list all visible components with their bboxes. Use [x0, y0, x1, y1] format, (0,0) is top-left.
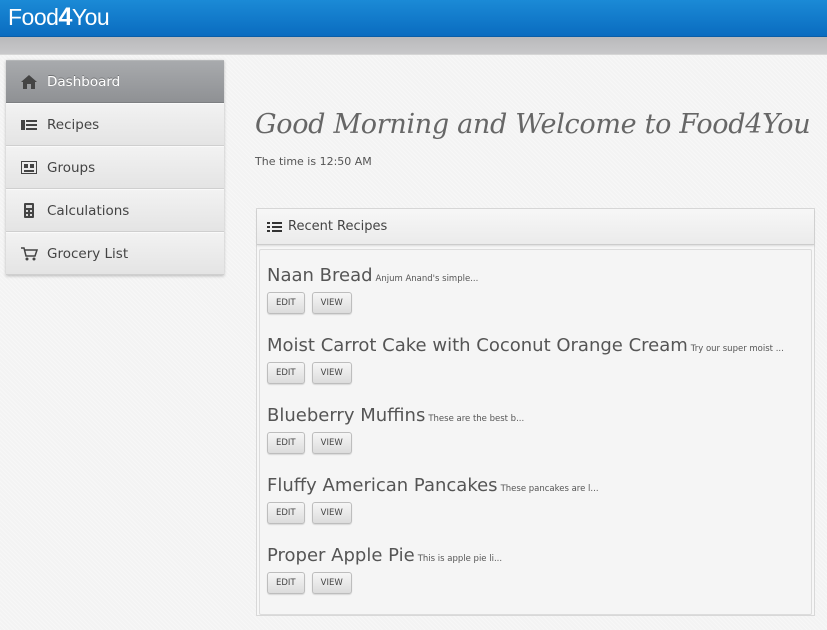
list-icon — [267, 217, 282, 236]
edit-button[interactable]: EDIT — [267, 432, 305, 454]
view-button[interactable]: VIEW — [311, 362, 352, 384]
recipe-title[interactable]: Moist Carrot Cake with Coconut Orange Cr… — [267, 335, 688, 356]
sidebar-item-calculations[interactable]: Calculations — [6, 189, 224, 232]
cart-icon — [20, 245, 38, 263]
edit-button[interactable]: EDIT — [267, 292, 305, 314]
recipe-description: These are the best b... — [428, 414, 525, 424]
list-item: Moist Carrot Cake with Coconut Orange Cr… — [267, 333, 811, 403]
recipe-description: These pancakes are l... — [500, 484, 599, 494]
list-item: Proper Apple Pie This is apple pie li... … — [267, 543, 811, 613]
app-logo[interactable]: Food4You — [8, 3, 110, 32]
recipe-description: This is apple pie li... — [417, 554, 503, 564]
sidebar-item-groups[interactable]: Groups — [6, 146, 224, 189]
sidebar-item-label: Groups — [47, 159, 96, 176]
sidebar-item-dashboard[interactable]: Dashboard — [6, 60, 224, 103]
panel-title: Recent Recipes — [288, 219, 388, 234]
recent-recipes-panel: Recent Recipes Naan Bread Anjum Anand's s… — [256, 208, 815, 616]
recipe-title[interactable]: Naan Bread — [267, 265, 373, 286]
greeting-heading: Good Morning and Welcome to Food4You — [255, 109, 811, 140]
view-button[interactable]: VIEW — [311, 432, 352, 454]
list-item: Fluffy American Pancakes These pancakes a… — [267, 473, 811, 543]
sidebar-item-recipes[interactable]: Recipes — [6, 103, 224, 146]
view-button[interactable]: VIEW — [311, 572, 352, 594]
edit-button[interactable]: EDIT — [267, 572, 305, 594]
recipe-title[interactable]: Blueberry Muffins — [267, 405, 425, 426]
sidebar: Dashboard Recipes Groups Calculations Gr… — [6, 60, 224, 275]
list-item: Naan Bread Anjum Anand's simple... EDIT VI… — [267, 263, 811, 333]
recipe-description: Anjum Anand's simple... — [375, 274, 479, 284]
view-button[interactable]: VIEW — [311, 292, 352, 314]
sidebar-item-grocery-list[interactable]: Grocery List — [6, 232, 224, 275]
sidebar-item-label: Dashboard — [47, 73, 121, 90]
view-button[interactable]: VIEW — [311, 502, 352, 524]
home-icon — [20, 73, 38, 91]
list-item: Blueberry Muffins These are the best b...… — [267, 403, 811, 473]
recipe-description: Try our super moist ... — [690, 344, 784, 354]
header-sub-bar — [0, 37, 827, 55]
edit-button[interactable]: EDIT — [267, 362, 305, 384]
top-header-bar: Food4You — [0, 0, 827, 37]
main-area: Dashboard Recipes Groups Calculations Gr… — [0, 55, 827, 630]
edit-button[interactable]: EDIT — [267, 502, 305, 524]
list-icon — [20, 116, 38, 134]
calculator-icon — [20, 202, 38, 220]
recipe-title[interactable]: Proper Apple Pie — [267, 545, 415, 566]
recipe-list: Naan Bread Anjum Anand's simple... EDIT VI… — [259, 249, 812, 615]
groups-icon — [20, 159, 38, 177]
recipe-title[interactable]: Fluffy American Pancakes — [267, 475, 498, 496]
panel-header: Recent Recipes — [257, 209, 814, 245]
sidebar-item-label: Recipes — [47, 116, 100, 133]
current-time-text: The time is 12:50 AM — [255, 155, 372, 168]
sidebar-item-label: Grocery List — [47, 245, 129, 262]
sidebar-item-label: Calculations — [47, 202, 130, 219]
